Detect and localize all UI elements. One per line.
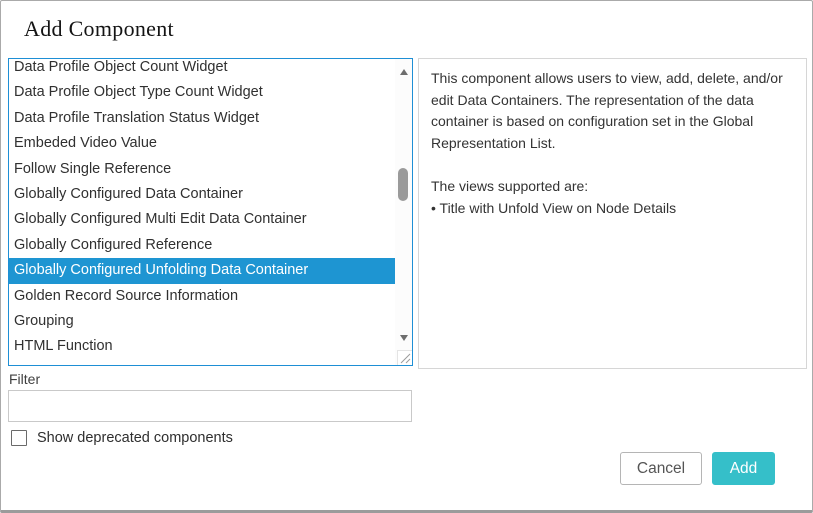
show-deprecated-label[interactable]: Show deprecated components bbox=[37, 430, 233, 446]
component-list-item[interactable]: Globally Configured Data Container bbox=[9, 182, 395, 207]
scrollbar-thumb[interactable] bbox=[398, 168, 408, 201]
component-list-item[interactable]: Embeded Video Value bbox=[9, 131, 395, 156]
resize-grip-icon[interactable] bbox=[397, 350, 412, 365]
component-list-item[interactable]: Data Profile Object Count Widget bbox=[9, 59, 395, 80]
listbox-scrollbar[interactable] bbox=[395, 59, 412, 365]
scroll-down-icon[interactable] bbox=[400, 335, 408, 341]
component-list-item[interactable]: Headline bbox=[9, 360, 395, 365]
component-list-item[interactable]: Golden Record Source Information bbox=[9, 284, 395, 309]
show-deprecated-checkbox[interactable] bbox=[11, 430, 27, 446]
component-list-item[interactable]: Data Profile Object Type Count Widget bbox=[9, 80, 395, 105]
scroll-up-icon[interactable] bbox=[400, 69, 408, 75]
component-list-item[interactable]: Follow Single Reference bbox=[9, 157, 395, 182]
description-text: This component allows users to view, add… bbox=[431, 68, 794, 154]
component-list-item[interactable]: Globally Configured Reference bbox=[9, 233, 395, 258]
supported-view-item: • Title with Unfold View on Node Details bbox=[431, 198, 794, 220]
component-list-item[interactable]: Grouping bbox=[9, 309, 395, 334]
component-list-item[interactable]: Globally Configured Multi Edit Data Cont… bbox=[9, 207, 395, 232]
component-list-item[interactable]: Data Profile Translation Status Widget bbox=[9, 106, 395, 131]
component-list: Data Profile Object Count WidgetData Pro… bbox=[9, 59, 395, 365]
add-button[interactable]: Add bbox=[712, 452, 775, 485]
component-list-item[interactable]: Globally Configured Unfolding Data Conta… bbox=[9, 258, 395, 283]
description-views-heading: The views supported are: bbox=[431, 176, 794, 198]
component-list-item[interactable]: HTML Function bbox=[9, 334, 395, 359]
add-component-dialog: Add Component Data Profile Object Count … bbox=[0, 0, 813, 513]
show-deprecated-row[interactable]: Show deprecated components bbox=[11, 430, 233, 446]
component-description-panel: This component allows users to view, add… bbox=[418, 58, 807, 369]
component-list-viewport: Data Profile Object Count WidgetData Pro… bbox=[9, 59, 395, 365]
filter-input[interactable] bbox=[8, 390, 412, 422]
component-listbox[interactable]: Data Profile Object Count WidgetData Pro… bbox=[8, 58, 413, 366]
filter-label: Filter bbox=[9, 371, 40, 387]
supported-views-list: • Title with Unfold View on Node Details bbox=[431, 198, 794, 220]
dialog-title: Add Component bbox=[24, 16, 174, 42]
cancel-button[interactable]: Cancel bbox=[620, 452, 702, 485]
